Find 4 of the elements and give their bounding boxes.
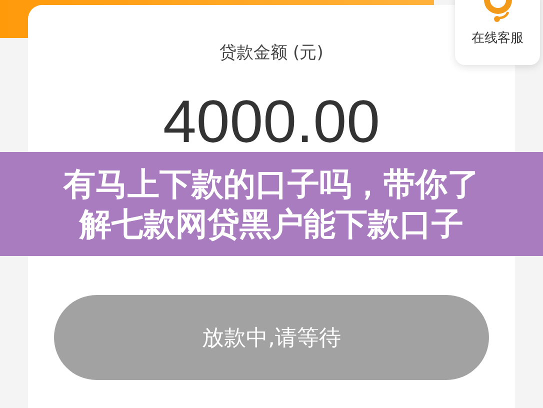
banner-title: 有马上下款的口子吗，带你了解七款网贷黑户能下款口子: [62, 164, 480, 244]
loan-amount-label: 贷款金额 (元): [220, 42, 324, 65]
loan-amount: 4000.00: [163, 87, 380, 157]
customer-service-button[interactable]: 在线客服: [455, 0, 540, 65]
